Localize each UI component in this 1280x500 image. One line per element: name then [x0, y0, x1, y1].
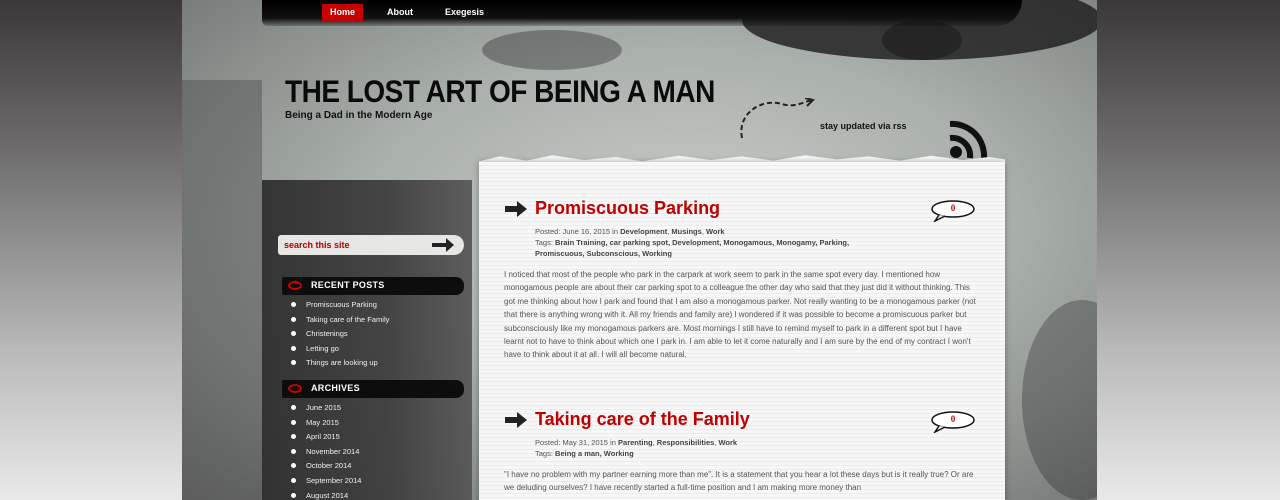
- post-excerpt: "I have no problem with my partner earni…: [504, 470, 974, 493]
- tags-label: Tags:: [535, 238, 553, 247]
- recent-post-link[interactable]: Letting go: [290, 343, 389, 358]
- red-ring-icon: [288, 281, 302, 290]
- recent-post-link[interactable]: Taking care of the Family: [290, 314, 389, 329]
- category-link[interactable]: Musings: [671, 227, 701, 236]
- archive-link[interactable]: November 2014: [290, 446, 361, 461]
- tags-label: Tags:: [535, 449, 553, 458]
- comment-count: 0: [950, 203, 956, 213]
- archives-header: ARCHIVES: [282, 380, 464, 398]
- search-box: [278, 235, 464, 255]
- site-tagline: Being a Dad in the Modern Age: [285, 110, 433, 121]
- recent-posts-list: Promiscuous Parking Taking care of the F…: [290, 299, 389, 372]
- post-excerpt: I noticed that most of the people who pa…: [504, 270, 976, 360]
- recent-posts-header: RECENT POSTS: [282, 277, 464, 295]
- category-link[interactable]: Work: [718, 438, 737, 447]
- comment-count: 0: [950, 414, 956, 424]
- category-link[interactable]: Responsibilities: [657, 438, 715, 447]
- post-meta: Posted: June 16, 2015 in Development, Mu…: [535, 227, 850, 258]
- archive-link[interactable]: September 2014: [290, 475, 361, 490]
- post-arrow-icon: [505, 201, 527, 217]
- category-link[interactable]: Parenting: [618, 438, 653, 447]
- post-arrow-icon: [505, 412, 527, 428]
- recent-posts-title: RECENT POSTS: [311, 280, 385, 290]
- archives-title: ARCHIVES: [311, 383, 360, 393]
- archive-link[interactable]: May 2015: [290, 417, 361, 432]
- in-label: in: [612, 227, 619, 236]
- search-input[interactable]: [284, 238, 424, 252]
- recent-post-link[interactable]: Christenings: [290, 328, 389, 343]
- recent-post-link[interactable]: Promiscuous Parking: [290, 299, 389, 314]
- archive-link[interactable]: June 2015: [290, 402, 361, 417]
- nav-exegesis[interactable]: Exegesis: [437, 4, 492, 21]
- red-ring-icon: [288, 384, 302, 393]
- comment-count-bubble[interactable]: 0: [931, 411, 977, 434]
- search-arrow-icon[interactable]: [430, 236, 456, 254]
- posted-label: Posted:: [535, 438, 561, 447]
- page-background: Home About Exegesis THE LOST ART OF BEIN…: [182, 0, 1097, 500]
- post-meta: Posted: May 31, 2015 in Parenting, Respo…: [535, 438, 738, 458]
- category-link[interactable]: Work: [706, 227, 725, 236]
- swirl-decoration: [740, 98, 815, 139]
- in-label: in: [610, 438, 616, 447]
- rss-icon[interactable]: [942, 120, 992, 164]
- post-title[interactable]: Taking care of the Family: [535, 409, 750, 430]
- main-nav: Home About Exegesis: [322, 4, 508, 21]
- recent-post-link[interactable]: Things are looking up: [290, 357, 389, 372]
- post-date: June 16, 2015: [562, 227, 611, 236]
- post-date: May 31, 2015: [562, 438, 608, 447]
- tags-list[interactable]: Being a man, Working: [555, 449, 634, 458]
- post-title[interactable]: Promiscuous Parking: [535, 198, 720, 219]
- category-link[interactable]: Development: [620, 227, 667, 236]
- nav-home[interactable]: Home: [322, 4, 364, 21]
- comment-count-bubble[interactable]: 0: [931, 200, 977, 223]
- tags-list[interactable]: Brain Training, car parking spot, Develo…: [555, 238, 849, 247]
- archive-link[interactable]: August 2014: [290, 490, 361, 500]
- post: Taking care of the Family 0 Posted: May …: [504, 409, 982, 500]
- site-title[interactable]: THE LOST ART OF BEING A MAN: [285, 74, 715, 110]
- tags-list[interactable]: Promiscuous, Subconscious, Working: [535, 249, 672, 258]
- post: Promiscuous Parking 0 Posted: June 16, 2…: [504, 198, 982, 378]
- nav-about[interactable]: About: [379, 4, 421, 21]
- archive-link[interactable]: April 2015: [290, 431, 361, 446]
- rss-label[interactable]: stay updated via rss: [820, 121, 907, 131]
- posted-label: Posted:: [535, 227, 561, 236]
- archives-list: June 2015 May 2015 April 2015 November 2…: [290, 402, 361, 500]
- archive-link[interactable]: October 2014: [290, 460, 361, 475]
